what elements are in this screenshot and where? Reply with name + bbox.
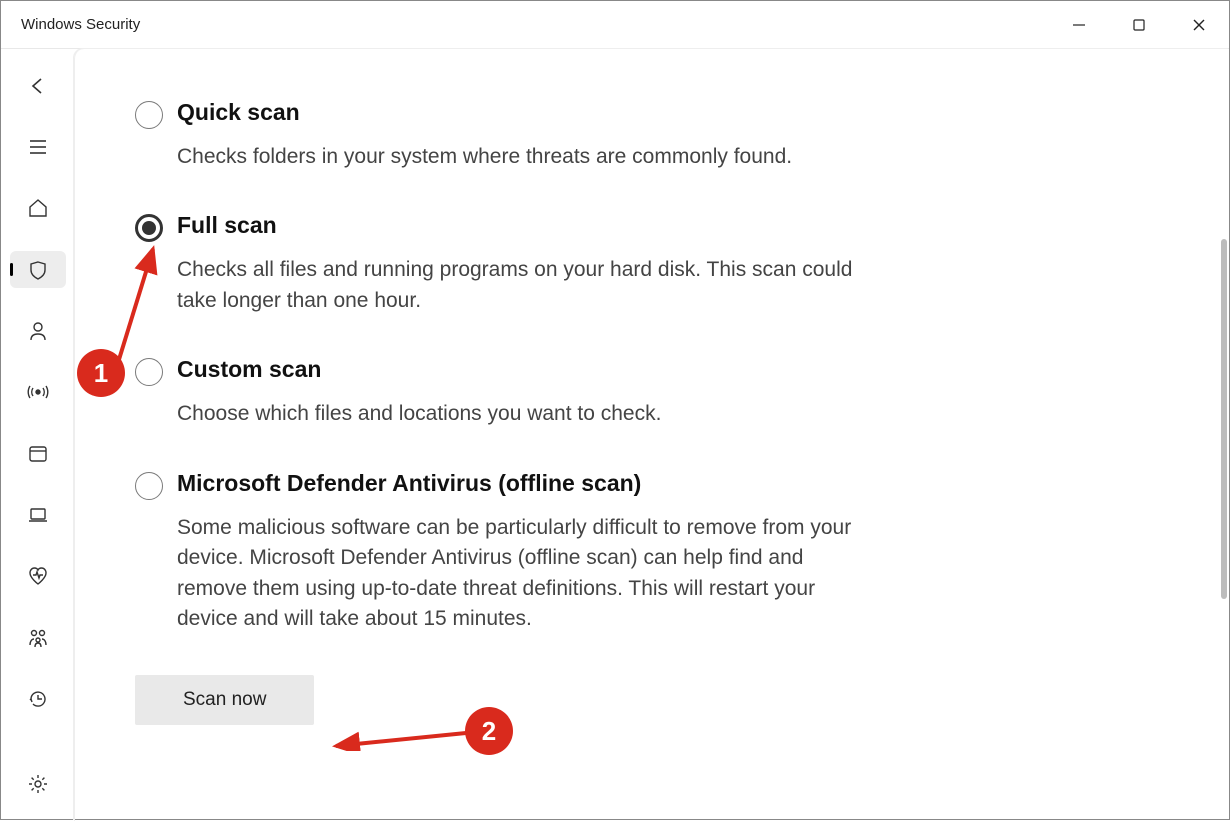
person-icon	[27, 320, 49, 342]
scan-option-custom: Custom scan Choose which files and locat…	[135, 356, 895, 429]
option-title: Quick scan	[177, 99, 895, 126]
window-controls	[1049, 1, 1229, 49]
scan-option-full: Full scan Checks all files and running p…	[135, 212, 895, 316]
option-description: Checks all files and running programs on…	[177, 255, 867, 316]
back-button[interactable]	[10, 67, 66, 104]
annotation-arrow-2	[321, 721, 481, 751]
hamburger-icon	[27, 136, 49, 158]
window-title: Windows Security	[21, 16, 140, 33]
window-icon	[27, 443, 49, 465]
option-title: Full scan	[177, 212, 895, 239]
close-button[interactable]	[1169, 1, 1229, 49]
nav-device-performance[interactable]	[10, 558, 66, 595]
radio-offline-scan[interactable]	[135, 472, 163, 500]
scan-now-button[interactable]: Scan now	[135, 675, 314, 725]
radio-quick-scan[interactable]	[135, 101, 163, 129]
minimize-icon	[1072, 18, 1086, 32]
scan-option-quick: Quick scan Checks folders in your system…	[135, 99, 895, 172]
option-description: Checks folders in your system where thre…	[177, 142, 867, 172]
option-title: Microsoft Defender Antivirus (offline sc…	[177, 470, 895, 497]
nav-home[interactable]	[10, 190, 66, 227]
option-description: Choose which files and locations you wan…	[177, 399, 867, 429]
shield-icon	[27, 259, 49, 281]
annotation-callout-1: 1	[77, 349, 125, 397]
back-icon	[27, 75, 49, 97]
laptop-icon	[27, 504, 49, 526]
scrollbar-thumb[interactable]	[1221, 239, 1227, 599]
hamburger-button[interactable]	[10, 128, 66, 165]
gear-icon	[27, 773, 49, 795]
nav-account-protection[interactable]	[10, 312, 66, 349]
close-icon	[1192, 18, 1206, 32]
family-icon	[27, 627, 49, 649]
maximize-button[interactable]	[1109, 1, 1169, 49]
nav-virus-protection[interactable]	[10, 251, 66, 288]
nav-app-browser[interactable]	[10, 435, 66, 472]
nav-device-security[interactable]	[10, 496, 66, 533]
main-panel: Quick scan Checks folders in your system…	[74, 49, 1229, 821]
nav-firewall[interactable]	[10, 374, 66, 411]
option-description: Some malicious software can be particula…	[177, 513, 867, 635]
title-bar: Windows Security	[1, 1, 1229, 49]
sidebar	[1, 49, 74, 821]
nav-protection-history[interactable]	[10, 680, 66, 717]
annotation-callout-2: 2	[465, 707, 513, 755]
minimize-button[interactable]	[1049, 1, 1109, 49]
history-icon	[27, 688, 49, 710]
heartbeat-icon	[27, 565, 49, 587]
nav-settings[interactable]	[10, 766, 66, 803]
antenna-icon	[27, 381, 49, 403]
nav-family-options[interactable]	[10, 619, 66, 656]
home-icon	[27, 197, 49, 219]
scan-option-offline: Microsoft Defender Antivirus (offline sc…	[135, 470, 895, 635]
option-title: Custom scan	[177, 356, 895, 383]
maximize-icon	[1132, 18, 1146, 32]
